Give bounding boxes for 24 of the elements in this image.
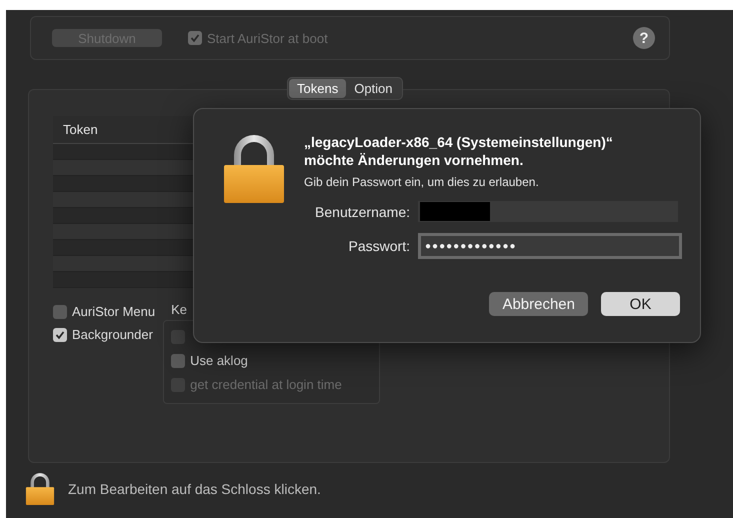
status-text: Zum Bearbeiten auf das Schloss klicken. xyxy=(68,481,321,497)
checkbox[interactable] xyxy=(53,304,67,318)
password-field[interactable]: ●●●●●●●●●●●●● xyxy=(418,233,682,259)
dialog-title: „legacyLoader-x86_64 (Systemeinstellungen)“ möchte Änderungen vornehmen. xyxy=(304,133,614,169)
cancel-button[interactable]: Abbrechen xyxy=(489,292,588,316)
field-label: Benutzername: xyxy=(314,204,410,220)
field-label: Passwort: xyxy=(348,238,410,254)
checkbox[interactable] xyxy=(171,354,186,368)
checkbox-label: Use aklog xyxy=(190,353,248,368)
column-header: Token xyxy=(62,122,98,137)
dialog-message: Gib dein Passwort ein, um dies zu erlauben. xyxy=(304,175,540,189)
padlock-icon xyxy=(222,135,286,203)
padlock-icon xyxy=(25,472,55,506)
username-field[interactable] xyxy=(418,201,678,222)
checkbox-label: get credential at login time xyxy=(190,377,342,392)
checkbox[interactable] xyxy=(53,328,67,342)
checkbox-label: Start AuriStor at boot xyxy=(207,30,328,46)
tab[interactable]: Tokens xyxy=(289,79,346,98)
checkbox-label: Backgrounder xyxy=(72,327,153,342)
tab[interactable]: Option xyxy=(346,79,401,98)
group-title: Ke xyxy=(171,302,187,317)
checkbox-label: AuriStor Menu xyxy=(72,304,156,319)
ok-button[interactable]: OK xyxy=(601,292,680,316)
help-button[interactable]: ? xyxy=(633,27,655,49)
